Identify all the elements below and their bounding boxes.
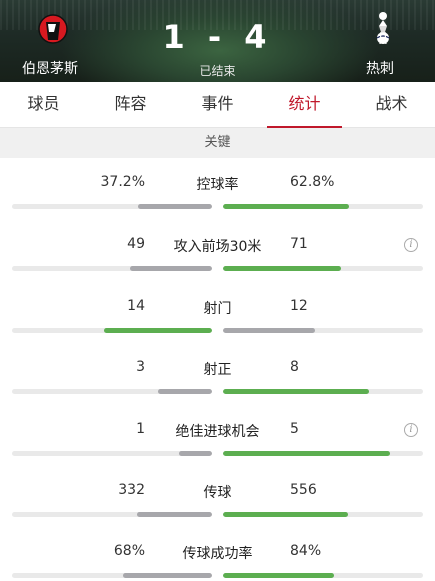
stat-home-bar — [104, 328, 212, 333]
tab-bar: 球员 阵容 事件 统计 战术 — [0, 82, 435, 128]
stat-row: 3 射正 8 — [0, 351, 435, 413]
stat-away-value: 556 — [290, 482, 317, 498]
stat-home-bar-track — [12, 266, 212, 271]
stat-row: 49 攻入前场30米 71 i — [0, 228, 435, 290]
stat-away-bar-track — [223, 512, 423, 517]
stat-home-bar-track — [12, 451, 212, 456]
stat-away-bar — [223, 512, 349, 517]
scoreline: 1 - 4 — [0, 18, 435, 56]
stat-name: 攻入前场30米 — [173, 239, 262, 255]
stat-away-bar — [223, 266, 342, 271]
stat-name: 传球 — [203, 485, 232, 501]
stat-away-bar — [223, 451, 390, 456]
section-title-key: 关键 — [0, 128, 435, 158]
stat-away-value: 5 — [290, 421, 299, 437]
stat-row: 37.2% 控球率 62.8% — [0, 166, 435, 228]
tab-stats[interactable]: 统计 — [261, 82, 348, 128]
stat-home-bar-track — [12, 512, 212, 517]
stat-away-value: 12 — [290, 298, 308, 314]
tab-lineup[interactable]: 阵容 — [87, 82, 174, 127]
stat-home-bar-track — [12, 389, 212, 394]
stat-away-bar-track — [223, 389, 423, 394]
stat-home-bar — [122, 573, 212, 578]
stat-home-bar-track — [12, 204, 212, 209]
tab-players[interactable]: 球员 — [0, 82, 87, 127]
stat-away-bar-track — [223, 204, 423, 209]
stat-home-bar — [137, 204, 212, 209]
home-score: 1 — [162, 18, 191, 56]
info-icon[interactable]: i — [404, 423, 418, 437]
stat-away-bar — [223, 389, 369, 394]
tab-events[interactable]: 事件 — [174, 82, 261, 127]
stat-row: 14 射门 12 — [0, 290, 435, 352]
match-status: 已结束 — [199, 64, 236, 78]
stat-home-bar — [130, 266, 212, 271]
stat-row: 332 传球 556 — [0, 474, 435, 536]
stat-name: 传球成功率 — [182, 546, 253, 562]
stat-away-value: 71 — [290, 236, 308, 252]
stat-away-bar — [223, 573, 334, 578]
stat-away-bar — [223, 204, 349, 209]
stat-away-bar-track — [223, 451, 423, 456]
stat-home-bar — [178, 451, 212, 456]
stat-name: 射正 — [203, 362, 232, 378]
away-score: 4 — [244, 18, 273, 56]
info-icon[interactable]: i — [404, 238, 418, 252]
stat-name: 控球率 — [196, 177, 239, 193]
stat-away-bar — [223, 328, 316, 333]
match-header: 伯恩茅斯 热刺 1 - 4 已结束 — [0, 0, 435, 82]
stat-home-bar-track — [12, 328, 212, 333]
stat-row: 1 绝佳进球机会 5 i — [0, 413, 435, 475]
stat-away-value: 62.8% — [290, 174, 335, 190]
score-separator: - — [207, 18, 228, 56]
stat-row: 68% 传球成功率 84% — [0, 535, 435, 581]
stat-home-bar — [137, 512, 212, 517]
stat-away-bar-track — [223, 328, 423, 333]
tab-tactics[interactable]: 战术 — [348, 82, 435, 127]
stat-away-bar-track — [223, 573, 423, 578]
stat-home-bar — [157, 389, 212, 394]
stat-home-bar-track — [12, 573, 212, 578]
stat-name: 射门 — [203, 301, 232, 317]
stat-away-value: 8 — [290, 359, 299, 375]
stat-away-value: 84% — [290, 543, 322, 559]
stat-name: 绝佳进球机会 — [175, 424, 260, 440]
stat-away-bar-track — [223, 266, 423, 271]
